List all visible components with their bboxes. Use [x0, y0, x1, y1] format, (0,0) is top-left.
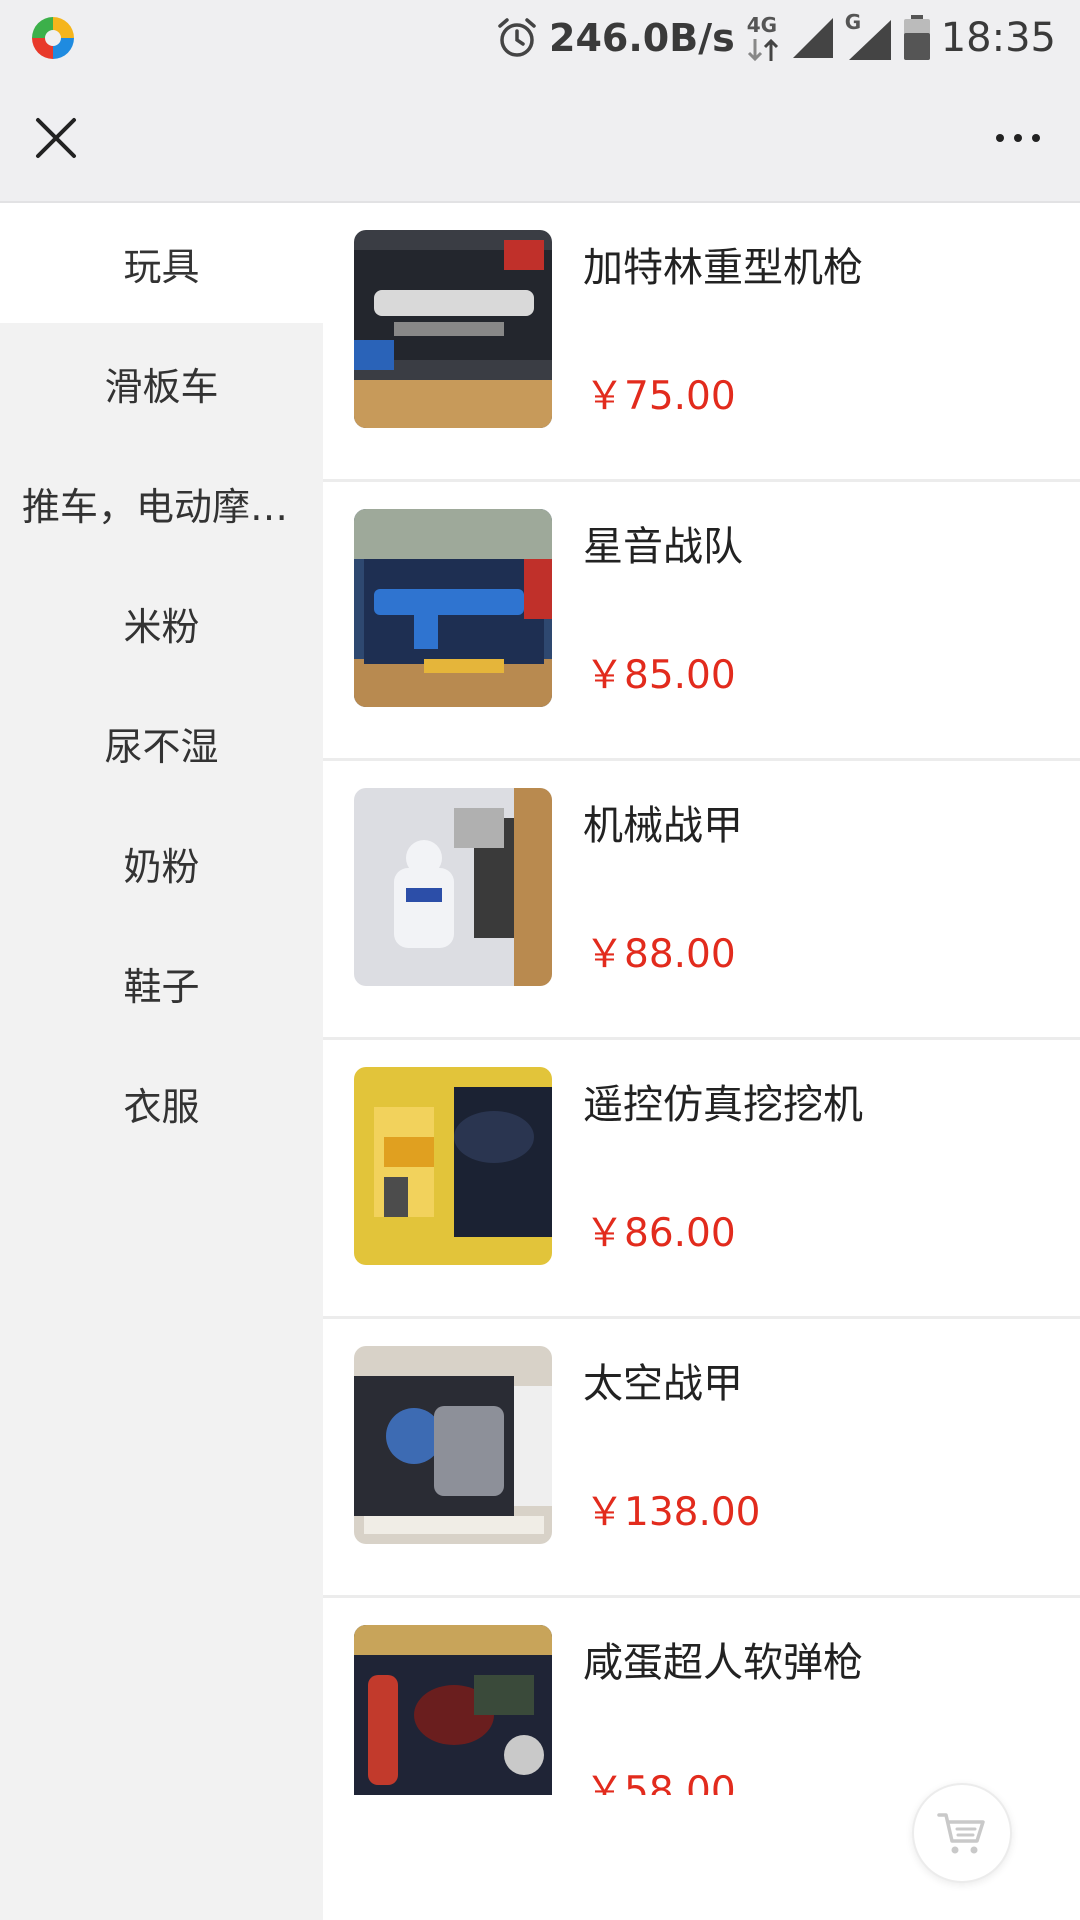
category-sidebar: 玩具 滑板车 推车，电动摩托车 米粉 尿不湿 奶粉 鞋子 衣服: [0, 203, 323, 1920]
product-image[interactable]: [354, 1625, 552, 1795]
cart-button[interactable]: [912, 1783, 1012, 1883]
category-item-diapers[interactable]: 尿不湿: [0, 683, 323, 803]
product-name: 咸蛋超人软弹枪: [583, 1640, 863, 1686]
clock: 18:35: [940, 15, 1056, 61]
product-price: ￥88.00: [585, 932, 736, 977]
product-item[interactable]: 机械战甲 ￥88.00: [323, 761, 1080, 1040]
product-name: 机械战甲: [583, 803, 743, 849]
category-item-scooter[interactable]: 滑板车: [0, 323, 323, 443]
category-label: 玩具: [123, 244, 200, 289]
product-image[interactable]: [354, 788, 552, 986]
category-label: 推车，电动摩托车: [22, 484, 301, 529]
category-item-toys[interactable]: 玩具: [0, 203, 323, 323]
product-item[interactable]: 遥控仿真挖挖机 ￥86.00: [323, 1040, 1080, 1319]
status-bar: 246.0B/s 4G G 18:35: [0, 0, 1080, 76]
network-4g: 4G: [745, 13, 781, 63]
close-button[interactable]: [24, 106, 88, 170]
cart-icon: [937, 1813, 985, 1854]
app-logo-icon: [28, 13, 78, 63]
screen: 246.0B/s 4G G 18:35 玩具 滑板车 推车，电动摩托车 米粉 尿…: [0, 0, 1080, 1920]
product-price: ￥138.00: [585, 1490, 761, 1535]
category-label: 尿不湿: [104, 724, 219, 769]
product-name: 遥控仿真挖挖机: [583, 1082, 863, 1128]
product-name: 太空战甲: [583, 1361, 743, 1407]
category-label: 奶粉: [123, 844, 200, 889]
net-speed: 246.0B/s: [549, 16, 735, 60]
status-indicators: 246.0B/s 4G G 18:35: [495, 10, 1056, 63]
signal-g: G: [845, 10, 893, 62]
category-item-strollers[interactable]: 推车，电动摩托车: [0, 443, 323, 563]
alarm-icon: [498, 18, 536, 57]
product-item[interactable]: 咸蛋超人软弹枪 ￥58.00: [323, 1598, 1080, 1795]
product-price: ￥86.00: [585, 1211, 736, 1256]
category-label: 鞋子: [123, 964, 200, 1009]
category-item-clothes[interactable]: 衣服: [0, 1043, 323, 1163]
product-item[interactable]: 太空战甲 ￥138.00: [323, 1319, 1080, 1598]
category-label: 滑板车: [104, 364, 219, 409]
battery-icon: [903, 15, 930, 60]
nav-bar: [0, 76, 1080, 203]
product-image[interactable]: [354, 509, 552, 707]
signal-icon: [848, 20, 891, 60]
data-arrows-icon: [747, 38, 778, 62]
close-icon: [36, 118, 76, 158]
product-price: ￥75.00: [585, 374, 736, 419]
more-icon: [996, 134, 1004, 142]
category-item-formula[interactable]: 奶粉: [0, 803, 323, 923]
product-image[interactable]: [354, 230, 552, 428]
product-image[interactable]: [354, 1346, 552, 1544]
signal-icon: [792, 18, 833, 58]
product-price: ￥85.00: [585, 653, 736, 698]
product-list[interactable]: 加特林重型机枪 ￥75.00 星音战队 ￥85.00 机械战甲 ￥88.00 遥…: [323, 203, 1080, 1795]
product-image[interactable]: [354, 1067, 552, 1265]
product-price: ￥58.00: [585, 1769, 736, 1795]
product-item[interactable]: 加特林重型机枪 ￥75.00: [323, 203, 1080, 482]
category-item-rice-cereal[interactable]: 米粉: [0, 563, 323, 683]
product-item[interactable]: 星音战队 ￥85.00: [323, 482, 1080, 761]
category-label: 衣服: [123, 1084, 200, 1129]
product-name: 加特林重型机枪: [583, 245, 863, 291]
category-label: 米粉: [123, 604, 200, 649]
more-button[interactable]: [986, 106, 1050, 170]
category-item-shoes[interactable]: 鞋子: [0, 923, 323, 1043]
product-name: 星音战队: [583, 524, 743, 570]
